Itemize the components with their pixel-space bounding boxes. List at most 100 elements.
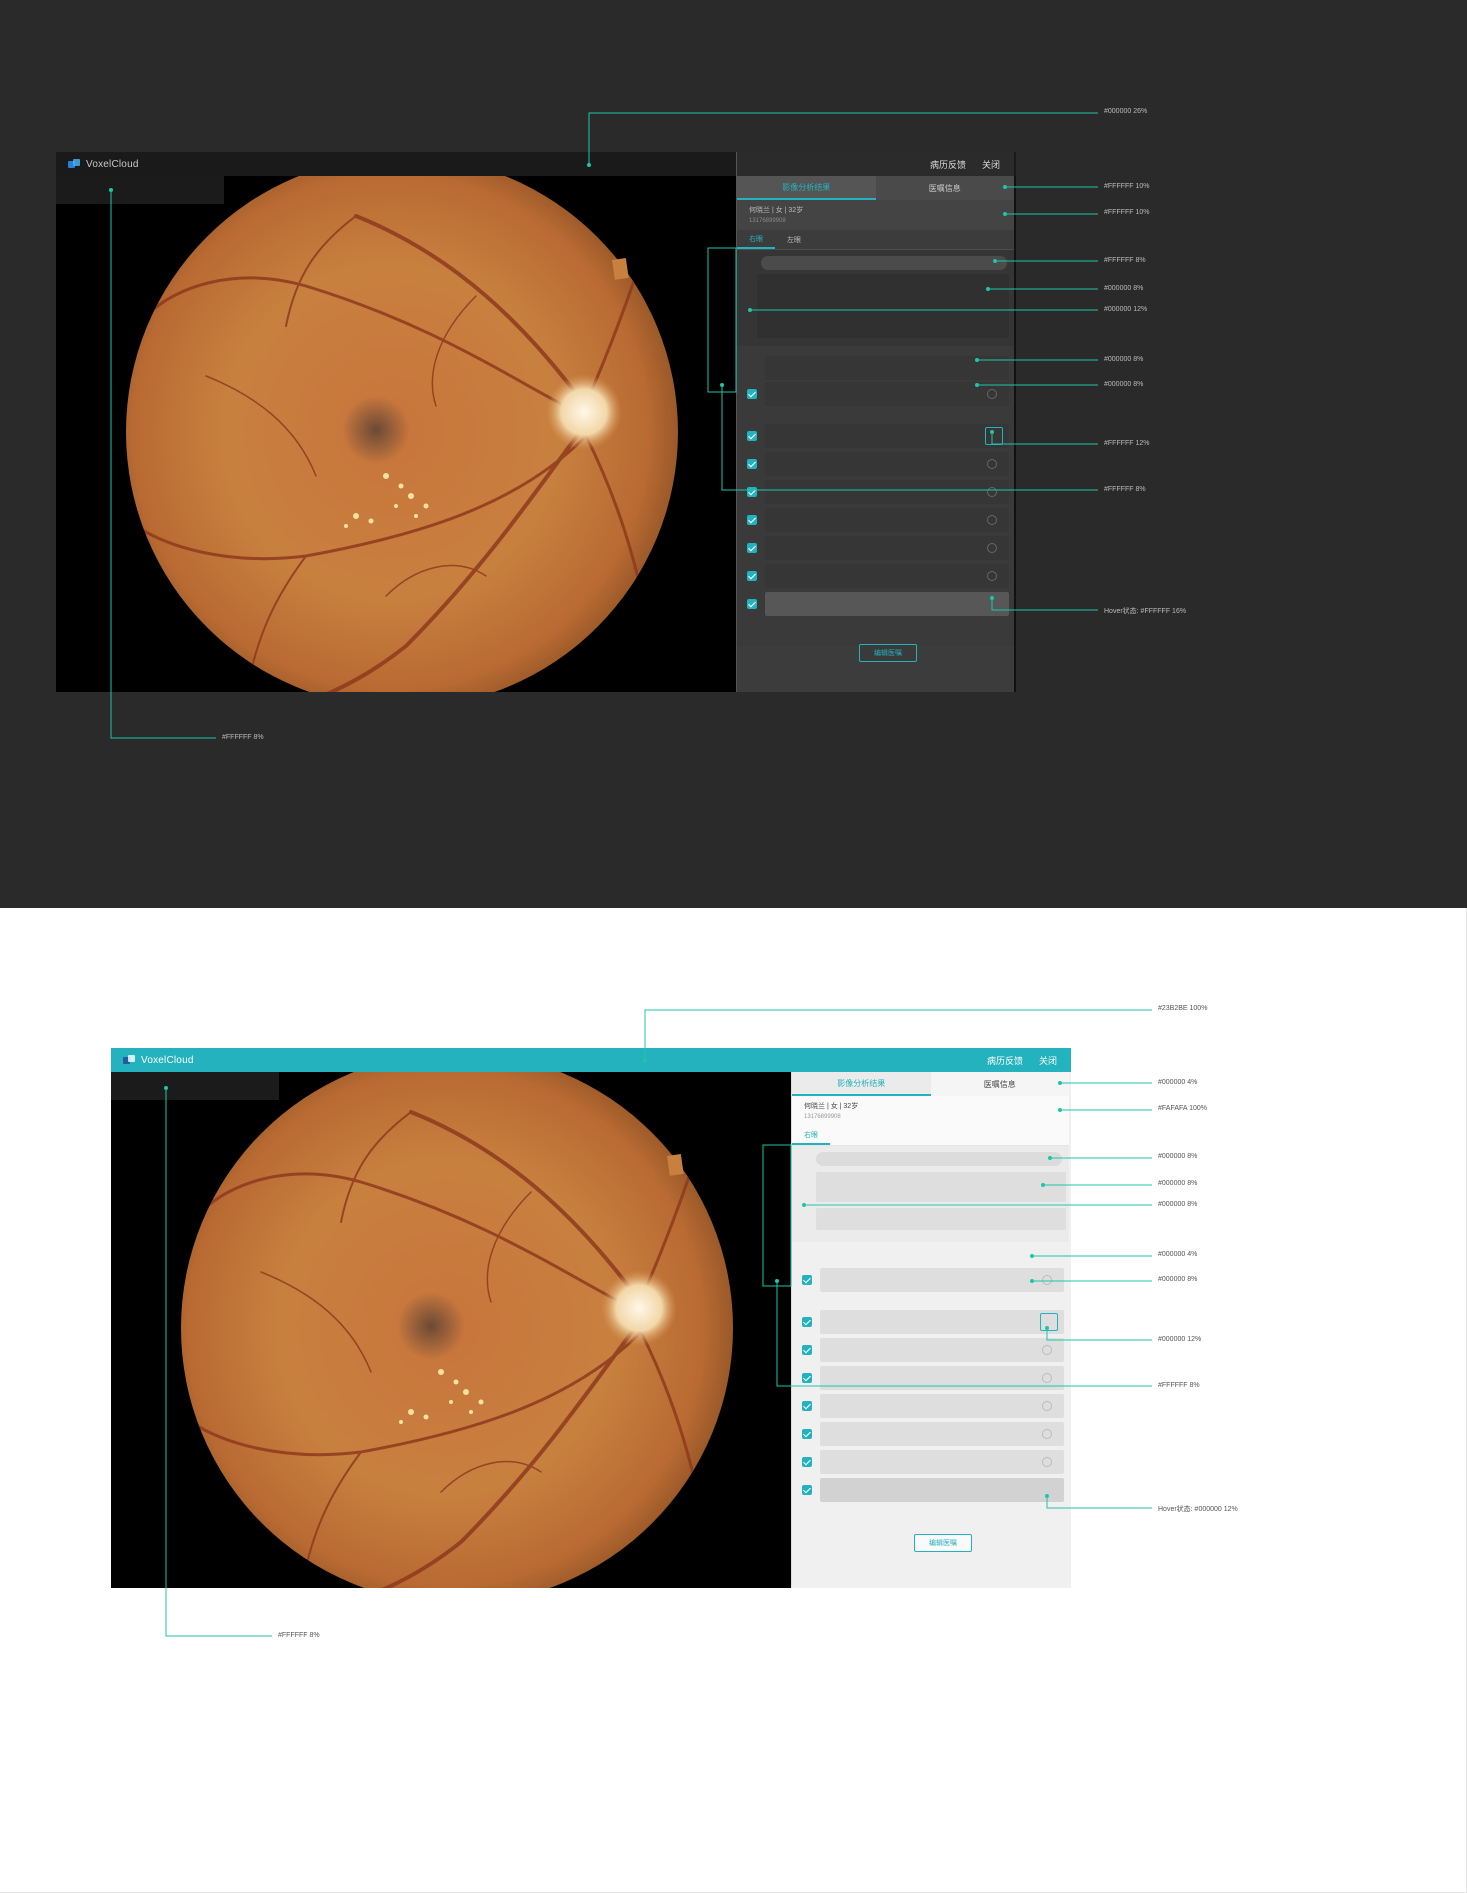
tab-orders[interactable]: 医嘱信息	[931, 1072, 1070, 1096]
dark-window: VoxelCloud 病历反馈 关闭 影像分析结果 医嘱信息 何晓兰 | 女 |…	[56, 152, 1016, 692]
feedback-link[interactable]: 病历反馈	[987, 1054, 1023, 1067]
anno-icon-hover: #FFFFFF 12%	[1104, 440, 1150, 447]
edit-orders-button[interactable]: 编辑医嘱	[859, 644, 917, 662]
checkbox-checked-icon[interactable]	[802, 1485, 812, 1495]
checkbox-checked-icon[interactable]	[747, 431, 757, 441]
checkbox-checked-icon[interactable]	[747, 389, 757, 399]
topbar-actions: 病历反馈 关闭	[930, 152, 1000, 176]
light-topbar: VoxelCloud 病历反馈 关闭	[111, 1048, 1071, 1072]
feedback-link[interactable]: 病历反馈	[930, 158, 966, 171]
list-item[interactable]	[737, 382, 1015, 406]
circle-action-icon[interactable]	[1042, 1457, 1052, 1467]
list-item[interactable]	[737, 564, 1015, 588]
dark-image-viewer[interactable]	[56, 176, 736, 692]
tab-orders[interactable]: 医嘱信息	[876, 176, 1015, 200]
checkbox-checked-icon[interactable]	[802, 1317, 812, 1327]
tab-right-eye[interactable]: 右眼	[792, 1126, 830, 1145]
anno-row-hover: Hover状态: #FFFFFF 16%	[1104, 608, 1187, 615]
checkbox-checked-icon[interactable]	[802, 1401, 812, 1411]
anno-patient: #FAFAFA 100%	[1158, 1105, 1208, 1112]
list-item[interactable]	[792, 1268, 1070, 1292]
tab-left-eye[interactable]: 左眼	[775, 230, 813, 249]
light-image-viewer[interactable]	[111, 1072, 791, 1588]
checkbox-checked-icon[interactable]	[802, 1373, 812, 1383]
patient-phone: 13176899908	[749, 218, 786, 224]
patient-line: 何晓兰 | 女 | 32岁	[749, 207, 804, 214]
list-header-row	[737, 356, 1015, 380]
tab-analysis[interactable]: 影像分析结果	[737, 176, 876, 200]
checkbox-checked-icon[interactable]	[747, 571, 757, 581]
checkbox-checked-icon[interactable]	[747, 487, 757, 497]
list-item-hover[interactable]	[737, 592, 1015, 616]
patient-info: 何晓兰 | 女 | 32岁 13176899908	[737, 200, 1014, 230]
anno-summary-pill: #000000 8%	[1158, 1153, 1198, 1160]
anno-list-row: #000000 8%	[1158, 1276, 1198, 1283]
edit-orders-button[interactable]: 编辑医嘱	[914, 1534, 972, 1552]
brand-name: VoxelCloud	[141, 1054, 194, 1066]
anno-left-strip: #FFFFFF 8%	[1104, 486, 1146, 493]
list-item[interactable]	[737, 508, 1015, 532]
circle-action-icon[interactable]	[1042, 1373, 1052, 1383]
list-item[interactable]	[737, 480, 1015, 504]
light-theme-section: VoxelCloud 病历反馈 关闭 影像分析结果 医嘱信息 何晓兰 | 女 |…	[0, 908, 1467, 1893]
fundus-image	[126, 176, 678, 692]
anno-tabs: #000000 4%	[1158, 1079, 1198, 1086]
checkbox-checked-icon[interactable]	[747, 599, 757, 609]
anno-topbar: #000000 26%	[1104, 108, 1148, 115]
anno-list-bg: #000000 8%	[1104, 356, 1144, 363]
checkbox-checked-icon[interactable]	[802, 1457, 812, 1467]
checkbox-checked-icon[interactable]	[747, 515, 757, 525]
close-link[interactable]: 关闭	[1039, 1054, 1057, 1067]
list-item[interactable]	[792, 1366, 1070, 1390]
list-item[interactable]	[792, 1394, 1070, 1418]
circle-action-icon[interactable]	[985, 427, 1003, 445]
circle-action-icon[interactable]	[987, 571, 997, 581]
anno-list-row: #000000 8%	[1104, 381, 1144, 388]
list-item[interactable]	[737, 452, 1015, 476]
circle-action-icon[interactable]	[987, 487, 997, 497]
list-item[interactable]	[792, 1422, 1070, 1446]
list-item-hover[interactable]	[792, 1478, 1070, 1502]
anno-viewer-strip: #FFFFFF 8%	[278, 1632, 320, 1639]
voxelcloud-logo-icon	[68, 159, 82, 169]
summary-box	[757, 274, 1009, 338]
analysis-summary	[737, 250, 1014, 346]
circle-action-icon[interactable]	[1042, 1401, 1052, 1411]
circle-action-icon[interactable]	[987, 389, 997, 399]
circle-action-icon[interactable]	[987, 515, 997, 525]
checkbox-checked-icon[interactable]	[802, 1345, 812, 1355]
checkbox-checked-icon[interactable]	[747, 459, 757, 469]
close-link[interactable]: 关闭	[982, 158, 1000, 171]
topbar-actions: 病历反馈 关闭	[987, 1048, 1057, 1072]
light-side-panel: 影像分析结果 医嘱信息 何晓兰 | 女 | 32岁 13176899908 右眼	[791, 1072, 1069, 1588]
list-item[interactable]	[792, 1338, 1070, 1362]
list-item[interactable]	[737, 424, 1015, 448]
anno-list-bg: #000000 4%	[1158, 1251, 1198, 1258]
anno-icon-hover: #000000 12%	[1158, 1336, 1202, 1343]
circle-action-icon[interactable]	[1042, 1429, 1052, 1439]
fundus-image	[181, 1072, 733, 1588]
checkbox-checked-icon[interactable]	[747, 543, 757, 553]
list-item[interactable]	[792, 1450, 1070, 1474]
eye-tabs: 右眼 左眼	[737, 230, 1014, 250]
summary-pill	[816, 1152, 1062, 1166]
anno-topbar: #23B2BE 100%	[1158, 1005, 1208, 1012]
summary-pill	[761, 256, 1007, 270]
list-item[interactable]	[737, 536, 1015, 560]
voxelcloud-logo-icon	[123, 1055, 137, 1065]
dark-theme-section: VoxelCloud 病历反馈 关闭 影像分析结果 医嘱信息 何晓兰 | 女 |…	[0, 0, 1467, 908]
circle-action-icon[interactable]	[1042, 1345, 1052, 1355]
circle-action-icon[interactable]	[1040, 1313, 1058, 1331]
list-item[interactable]	[792, 1310, 1070, 1334]
dark-side-panel: 病历反馈 关闭 影像分析结果 医嘱信息 何晓兰 | 女 | 32岁 131768…	[736, 152, 1014, 692]
tab-right-eye[interactable]: 右眼	[737, 230, 775, 249]
anno-patient: #FFFFFF 10%	[1104, 209, 1150, 216]
tab-analysis[interactable]: 影像分析结果	[792, 1072, 931, 1096]
circle-action-icon[interactable]	[1042, 1275, 1052, 1285]
anno-summary-bg: #000000 12%	[1104, 306, 1148, 313]
circle-action-icon[interactable]	[987, 543, 997, 553]
checkbox-checked-icon[interactable]	[802, 1275, 812, 1285]
checkbox-checked-icon[interactable]	[802, 1429, 812, 1439]
analysis-summary	[792, 1146, 1069, 1242]
circle-action-icon[interactable]	[987, 459, 997, 469]
